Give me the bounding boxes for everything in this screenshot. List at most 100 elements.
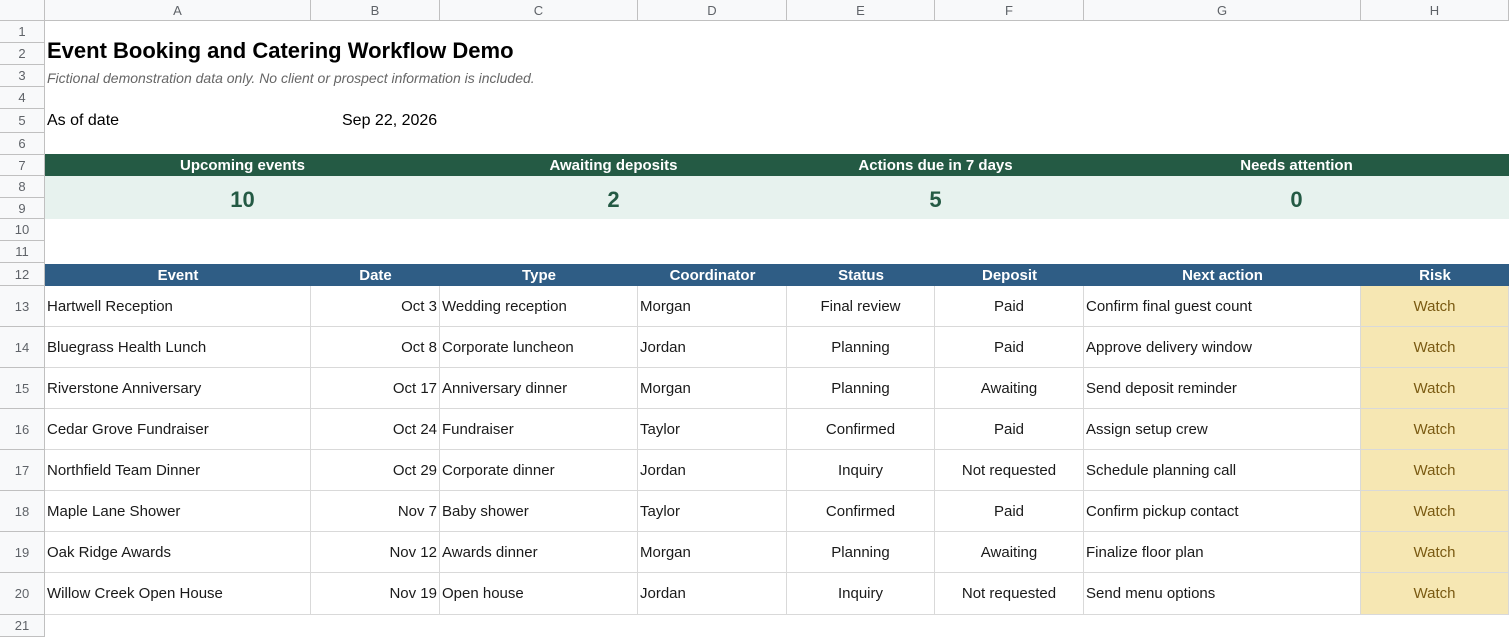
row-header-8[interactable]: 8 <box>0 176 45 198</box>
kpi-value-actions-due[interactable]: 5 <box>787 176 1084 219</box>
cell-date[interactable]: Nov 19 <box>311 573 440 615</box>
row-header-1[interactable]: 1 <box>0 21 45 43</box>
row-header-18[interactable]: 18 <box>0 491 45 532</box>
cell-event[interactable]: Bluegrass Health Lunch <box>45 327 311 368</box>
cell-risk[interactable]: Watch <box>1361 286 1509 327</box>
row-header-2[interactable]: 2 <box>0 43 45 65</box>
row-header-4[interactable]: 4 <box>0 87 45 109</box>
row-header-21[interactable]: 21 <box>0 615 45 637</box>
cell-status[interactable]: Final review <box>787 286 935 327</box>
row-header-11[interactable]: 11 <box>0 241 45 263</box>
cell-coordinator[interactable]: Jordan <box>638 450 787 491</box>
kpi-label-actions-due[interactable]: Actions due in 7 days <box>787 154 1084 176</box>
table-header-type[interactable]: Type <box>440 264 638 286</box>
column-header-g[interactable]: G <box>1084 0 1361 21</box>
kpi-value-upcoming-events[interactable]: 10 <box>45 176 440 219</box>
cell-type[interactable]: Open house <box>440 573 638 615</box>
table-header-status[interactable]: Status <box>787 264 935 286</box>
cell-status[interactable]: Inquiry <box>787 573 935 615</box>
cell-deposit[interactable]: Not requested <box>935 573 1084 615</box>
cell-event[interactable]: Riverstone Anniversary <box>45 368 311 409</box>
row-header-16[interactable]: 16 <box>0 409 45 450</box>
cell-coordinator[interactable]: Jordan <box>638 327 787 368</box>
kpi-value-awaiting-deposits[interactable]: 2 <box>440 176 787 219</box>
row-header-5[interactable]: 5 <box>0 109 45 133</box>
cell-coordinator[interactable]: Morgan <box>638 286 787 327</box>
cell-risk[interactable]: Watch <box>1361 368 1509 409</box>
row-header-10[interactable]: 10 <box>0 219 45 241</box>
row-header-15[interactable]: 15 <box>0 368 45 409</box>
as-of-label[interactable]: As of date <box>47 112 119 130</box>
cell-risk[interactable]: Watch <box>1361 450 1509 491</box>
cell-event[interactable]: Maple Lane Shower <box>45 491 311 532</box>
cell-next-action[interactable]: Send menu options <box>1084 573 1361 615</box>
cell-risk[interactable]: Watch <box>1361 532 1509 573</box>
row-header-14[interactable]: 14 <box>0 327 45 368</box>
column-header-h[interactable]: H <box>1361 0 1509 21</box>
cell-date[interactable]: Oct 29 <box>311 450 440 491</box>
column-header-b[interactable]: B <box>311 0 440 21</box>
cell-deposit[interactable]: Awaiting <box>935 368 1084 409</box>
row-header-9[interactable]: 9 <box>0 198 45 219</box>
cell-date[interactable]: Nov 12 <box>311 532 440 573</box>
sheet-subtitle[interactable]: Fictional demonstration data only. No cl… <box>47 70 535 86</box>
kpi-label-awaiting-deposits[interactable]: Awaiting deposits <box>440 154 787 176</box>
cell-deposit[interactable]: Paid <box>935 286 1084 327</box>
cell-event[interactable]: Cedar Grove Fundraiser <box>45 409 311 450</box>
row-header-7[interactable]: 7 <box>0 155 45 176</box>
cell-type[interactable]: Baby shower <box>440 491 638 532</box>
table-header-next-action[interactable]: Next action <box>1084 264 1361 286</box>
cell-deposit[interactable]: Paid <box>935 491 1084 532</box>
cell-next-action[interactable]: Finalize floor plan <box>1084 532 1361 573</box>
cell-type[interactable]: Corporate luncheon <box>440 327 638 368</box>
row-header-3[interactable]: 3 <box>0 65 45 87</box>
select-all-corner[interactable] <box>0 0 45 21</box>
table-header-date[interactable]: Date <box>311 264 440 286</box>
cell-deposit[interactable]: Not requested <box>935 450 1084 491</box>
cell-type[interactable]: Fundraiser <box>440 409 638 450</box>
cell-type[interactable]: Corporate dinner <box>440 450 638 491</box>
column-header-a[interactable]: A <box>45 0 311 21</box>
table-header-risk[interactable]: Risk <box>1361 264 1509 286</box>
row-header-6[interactable]: 6 <box>0 133 45 155</box>
cell-date[interactable]: Oct 24 <box>311 409 440 450</box>
cell-risk[interactable]: Watch <box>1361 573 1509 615</box>
cell-next-action[interactable]: Confirm pickup contact <box>1084 491 1361 532</box>
cell-deposit[interactable]: Paid <box>935 409 1084 450</box>
cell-deposit[interactable]: Awaiting <box>935 532 1084 573</box>
kpi-label-needs-attention[interactable]: Needs attention <box>1084 154 1509 176</box>
cell-type[interactable]: Wedding reception <box>440 286 638 327</box>
cell-status[interactable]: Planning <box>787 532 935 573</box>
cell-status[interactable]: Inquiry <box>787 450 935 491</box>
cell-risk[interactable]: Watch <box>1361 409 1509 450</box>
sheet-title[interactable]: Event Booking and Catering Workflow Demo <box>47 38 514 64</box>
column-header-f[interactable]: F <box>935 0 1084 21</box>
column-header-c[interactable]: C <box>440 0 638 21</box>
cell-date[interactable]: Oct 3 <box>311 286 440 327</box>
cell-coordinator[interactable]: Morgan <box>638 532 787 573</box>
column-header-e[interactable]: E <box>787 0 935 21</box>
cell-status[interactable]: Confirmed <box>787 409 935 450</box>
cell-next-action[interactable]: Schedule planning call <box>1084 450 1361 491</box>
cell-event[interactable]: Hartwell Reception <box>45 286 311 327</box>
cell-status[interactable]: Confirmed <box>787 491 935 532</box>
row-header-19[interactable]: 19 <box>0 532 45 573</box>
column-header-d[interactable]: D <box>638 0 787 21</box>
cell-type[interactable]: Awards dinner <box>440 532 638 573</box>
cell-next-action[interactable]: Send deposit reminder <box>1084 368 1361 409</box>
cell-date[interactable]: Oct 17 <box>311 368 440 409</box>
table-header-deposit[interactable]: Deposit <box>935 264 1084 286</box>
row-header-20[interactable]: 20 <box>0 573 45 615</box>
cell-event[interactable]: Oak Ridge Awards <box>45 532 311 573</box>
cell-deposit[interactable]: Paid <box>935 327 1084 368</box>
cell-date[interactable]: Oct 8 <box>311 327 440 368</box>
table-header-event[interactable]: Event <box>45 264 311 286</box>
cell-date[interactable]: Nov 7 <box>311 491 440 532</box>
cell-coordinator[interactable]: Morgan <box>638 368 787 409</box>
kpi-value-needs-attention[interactable]: 0 <box>1084 176 1509 219</box>
cell-event[interactable]: Northfield Team Dinner <box>45 450 311 491</box>
kpi-label-upcoming-events[interactable]: Upcoming events <box>45 154 440 176</box>
cell-risk[interactable]: Watch <box>1361 491 1509 532</box>
cell-coordinator[interactable]: Jordan <box>638 573 787 615</box>
cell-status[interactable]: Planning <box>787 327 935 368</box>
